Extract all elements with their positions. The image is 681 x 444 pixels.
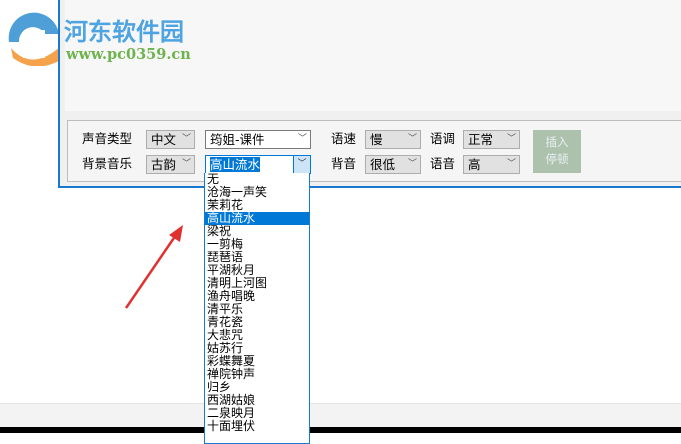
chevron-down-icon: ﹀ [297,134,307,144]
voice-volume-label: 语音 [430,156,456,171]
chevron-down-icon: ﹀ [407,134,417,144]
chevron-down-icon: ﹀ [506,159,516,169]
tone-label: 语调 [430,131,456,146]
chevron-down-icon: ﹀ [181,134,191,144]
chevron-down-icon: ﹀ [506,134,516,144]
bg-music-select[interactable]: 高山流水 ﹀ [205,155,311,174]
insert-pause-line1: 插入 [545,135,569,149]
voice-type-value: 中文 [151,132,177,147]
status-bar [0,403,681,428]
voice-name-select[interactable]: 筠姐-课件 ﹀ [205,130,311,149]
bg-music-value: 高山流水 [210,157,261,172]
voice-volume-value: 高 [468,157,481,172]
speed-label: 语速 [331,131,357,146]
watermark-title: 河东软件园 [64,17,184,46]
red-arrow-annotation [124,225,183,309]
voice-type-select[interactable]: 中文 ﹀ [146,130,195,149]
speed-select[interactable]: 慢 ﹀ [365,130,421,149]
voice-volume-select[interactable]: 高 ﹀ [463,155,520,174]
tone-select[interactable]: 正常 ﹀ [463,130,520,149]
bg-music-label: 背景音乐 [82,156,133,171]
bg-music-style-select[interactable]: 古韵 ﹀ [146,155,195,174]
insert-pause-line2: 停顿 [545,152,569,166]
insert-pause-button[interactable]: 插入 停顿 [533,130,581,173]
taskbar [0,427,681,433]
bg-music-dropdown-list[interactable]: 无沧海一声笑 茉莉花 高山流水 梁祝 一剪梅 琵琶语 平湖秋月 清明上河图 渔舟唱晚 清平乐 青花瓷… [204,173,310,444]
chevron-down-icon: ﹀ [181,159,191,169]
logo-icon [5,12,61,67]
bg-volume-value: 很低 [370,157,396,172]
bg-music-style-value: 古韵 [151,157,177,172]
voice-type-label: 声音类型 [82,131,133,146]
bg-volume-label: 背音 [331,156,357,171]
chevron-down-icon: ﹀ [407,159,417,169]
dropdown-item[interactable]: 十面埋伏 [205,420,309,433]
speed-value: 慢 [370,132,383,147]
bg-volume-select[interactable]: 很低 ﹀ [365,155,421,174]
voice-name-value: 筠姐-课件 [210,132,265,147]
chevron-down-icon[interactable]: ﹀ [293,156,310,173]
watermark-url: www.pc0359.cn [66,46,191,63]
tone-value: 正常 [468,132,494,147]
